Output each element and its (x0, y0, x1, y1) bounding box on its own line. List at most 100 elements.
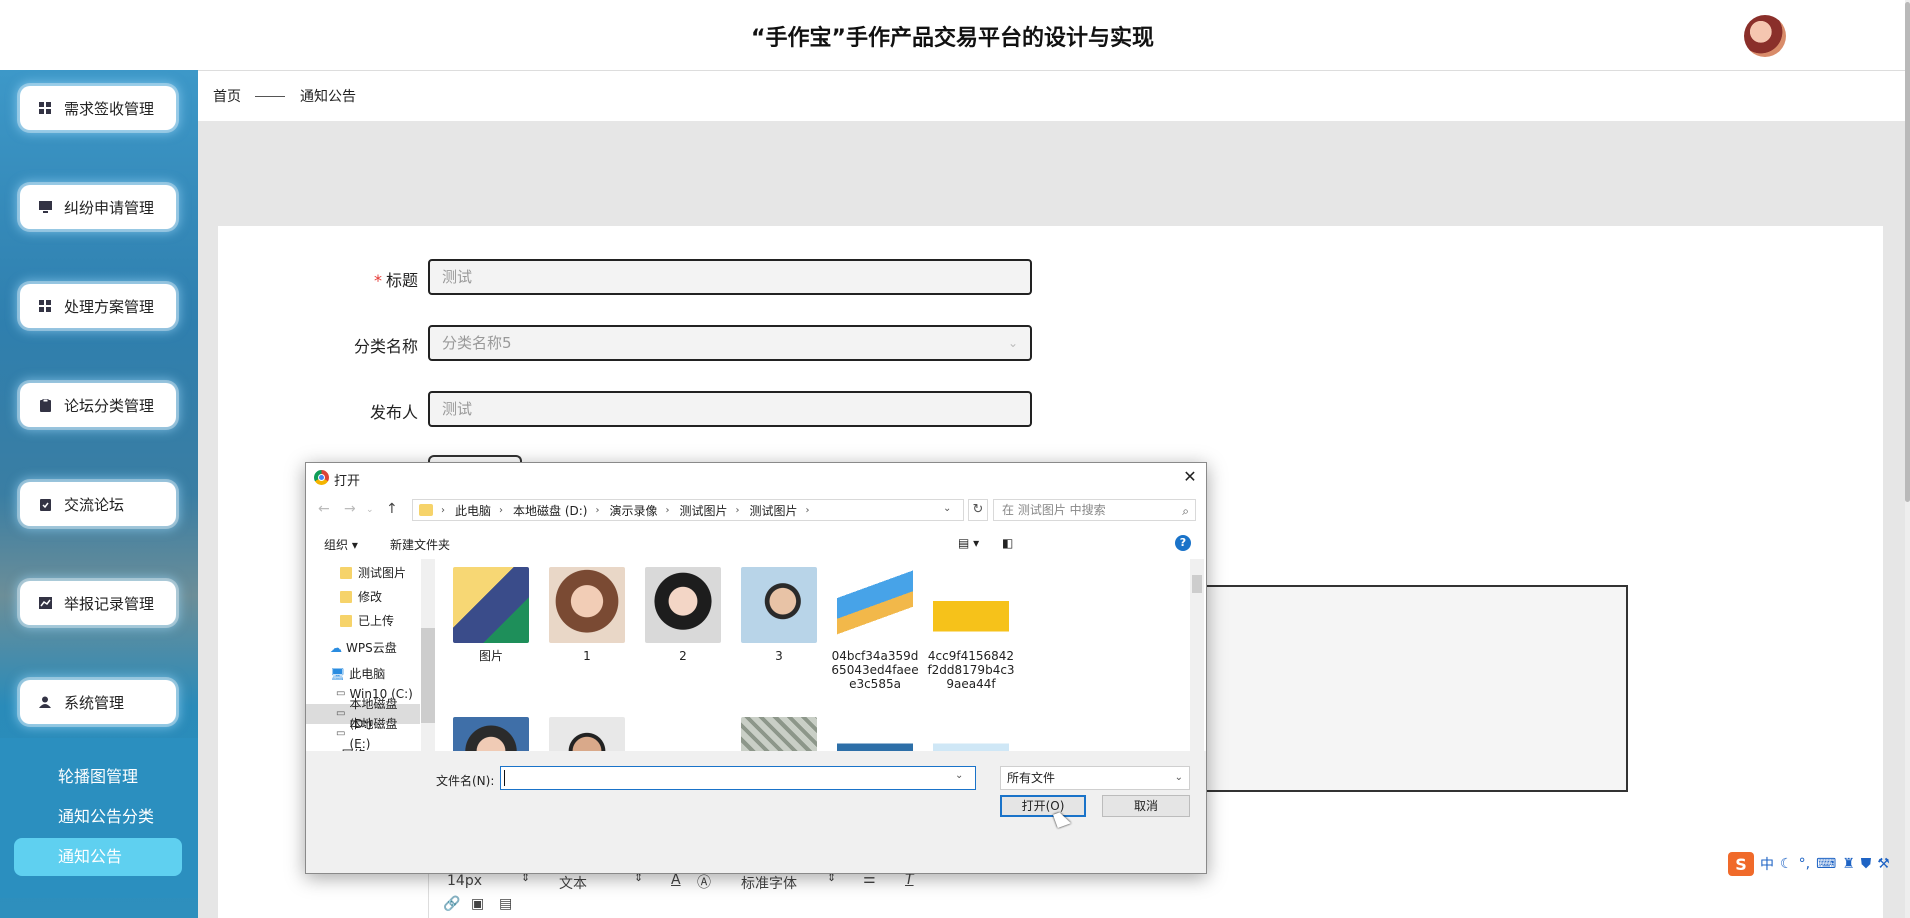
sidebar-item-forum[interactable]: 交流论坛 (20, 482, 176, 526)
file-item[interactable]: 4cc9f4156842f2dd8179b4c39aea44f (926, 567, 1016, 691)
clipboard-check-icon (38, 497, 52, 511)
nav-item-wps-cloud[interactable]: ☁ WPS云盘 (330, 638, 420, 658)
submenu-item-notice-category[interactable]: 通知公告分类 (14, 798, 182, 836)
file-item[interactable]: 3 (734, 567, 824, 663)
punctuation-icon[interactable]: °, (1799, 856, 1810, 872)
dialog-footer: 文件名(N): ⌄ 所有文件 ⌄ 打开(O) 取消 (306, 751, 1206, 873)
nav-item-uploaded[interactable]: 已上传 (340, 611, 420, 631)
chevron-down-icon[interactable]: ⌄ (943, 503, 951, 514)
file-item[interactable]: 04bcf34a359d65043ed4faeee3c585a (830, 567, 920, 691)
nav-item-edit[interactable]: 修改 (340, 587, 420, 607)
breadcrumb-home[interactable]: 首页 (213, 86, 241, 106)
sidebar-item-report[interactable]: 举报记录管理 (20, 581, 176, 625)
page-scrollbar-thumb[interactable] (1905, 2, 1910, 502)
command-bar: 组织 ▾ 新建文件夹 ▤ ▾ ◧ ? (306, 527, 1206, 559)
submenu-item-banner[interactable]: 轮播图管理 (14, 758, 182, 796)
chevron-down-icon[interactable]: ⌄ (955, 770, 963, 781)
font-color-icon[interactable]: A (671, 872, 681, 888)
shirt-icon[interactable]: ⛊ (1861, 856, 1872, 872)
filename-input[interactable]: ⌄ (500, 766, 976, 790)
keyboard-icon[interactable]: ⌨ (1816, 856, 1836, 872)
chevron-down-icon: ⌄ (1174, 772, 1183, 783)
organize-button[interactable]: 组织 ▾ (324, 536, 358, 553)
block-type-select[interactable]: 文本 (559, 873, 587, 893)
preview-pane-icon[interactable]: ◧ (1002, 536, 1013, 550)
address-bar[interactable]: › 此电脑 › 本地磁盘 (D:) › 演示录像 › 测试图片 › 测试图片 › (412, 499, 964, 521)
sidebar-item-demand-receipt[interactable]: 需求签收管理 (20, 86, 176, 130)
nav-item-test-images[interactable]: 测试图片 (340, 563, 420, 583)
cancel-button[interactable]: 取消 (1102, 795, 1190, 817)
category-label: 分类名称 (353, 337, 418, 356)
file-item[interactable] (446, 717, 536, 751)
file-item[interactable]: 1 (542, 567, 632, 663)
close-icon[interactable]: ✕ (1180, 467, 1200, 487)
file-item[interactable] (830, 717, 920, 751)
font-family-select[interactable]: 标准字体 (741, 873, 797, 893)
moon-icon[interactable]: ☾ (1780, 856, 1793, 872)
ime-toolbar[interactable]: S 中 ☾ °, ⌨ ♜ ⛊ ⚒ (1728, 851, 1910, 877)
skin-icon[interactable]: ♜ (1842, 856, 1855, 872)
breadcrumb: 首页 通知公告 (198, 71, 1905, 121)
new-folder-button[interactable]: 新建文件夹 (390, 536, 450, 553)
image-thumbnail (645, 717, 721, 751)
editor-toolbar: 14px ⇕ 文本 ⇕ A Ⓐ 标准字体 ⇕ ☰ T 🔗 ▣ ▤ (428, 867, 1029, 918)
tools-icon[interactable]: ⚒ (1877, 856, 1890, 872)
filetype-select[interactable]: 所有文件 ⌄ (1000, 766, 1190, 790)
file-scrollbar-thumb[interactable] (1192, 575, 1202, 593)
dialog-titlebar[interactable]: 打开 ✕ (306, 463, 1206, 493)
file-item[interactable] (542, 717, 632, 751)
path-segment[interactable]: 此电脑 (455, 502, 491, 519)
file-item[interactable] (734, 717, 824, 751)
ime-lang-label[interactable]: 中 (1760, 854, 1774, 874)
background-color-icon[interactable]: Ⓐ (697, 872, 711, 892)
image-thumbnail (837, 567, 913, 643)
cloud-icon: ☁ (330, 641, 342, 655)
nav-item-drive-e[interactable]: ▭ 本地磁盘 (E:) (336, 717, 420, 751)
open-button[interactable]: 打开(O) (1000, 795, 1086, 817)
nav-scrollbar-thumb[interactable] (421, 628, 435, 723)
sogou-icon[interactable]: S (1728, 852, 1754, 876)
drive-icon: ▭ (336, 688, 346, 699)
file-item[interactable] (926, 717, 1016, 751)
user-icon (38, 695, 52, 709)
user-avatar[interactable] (1744, 15, 1786, 57)
forward-arrow-icon[interactable]: → (344, 501, 356, 517)
view-options-icon[interactable]: ▤ ▾ (958, 536, 979, 550)
clear-format-icon[interactable]: T (905, 872, 914, 888)
sidebar-item-solution[interactable]: 处理方案管理 (20, 284, 176, 328)
image-thumbnail (645, 567, 721, 643)
sidebar-item-system[interactable]: 系统管理 (20, 680, 176, 724)
folder-icon (453, 567, 529, 643)
monitor-icon (38, 200, 52, 214)
publisher-input[interactable]: 测试 (428, 391, 1032, 427)
path-segment[interactable]: 演示录像 (609, 502, 657, 519)
file-item[interactable]: 2 (638, 567, 728, 663)
title-input[interactable]: 测试 (428, 259, 1032, 295)
nav-item-this-pc[interactable]: 🖥 此电脑 (330, 664, 420, 684)
sidebar-item-forum-category[interactable]: 论坛分类管理 (20, 383, 176, 427)
address-row: ← → ⌄ ↑ › 此电脑 › 本地磁盘 (D:) › 演示录像 › 测试图片 › 测试… (306, 495, 1206, 525)
category-select[interactable]: 分类名称5 ⌄ (428, 325, 1032, 361)
path-segment[interactable]: 测试图片 (750, 502, 798, 519)
drive-icon: ▭ (336, 708, 346, 719)
link-icon[interactable]: 🔗 (443, 896, 460, 912)
path-segment[interactable]: 测试图片 (680, 502, 728, 519)
refresh-icon[interactable]: ↻ (968, 499, 988, 521)
back-arrow-icon[interactable]: ← (318, 501, 330, 517)
clipboard-icon (38, 398, 52, 412)
search-input[interactable]: 在 测试图片 中搜索 ⌕ (993, 499, 1196, 521)
font-size-select[interactable]: 14px (447, 873, 482, 889)
recent-dropdown-icon[interactable]: ⌄ (366, 505, 374, 515)
path-segment[interactable]: 本地磁盘 (D:) (513, 502, 587, 519)
submenu-item-notice[interactable]: 通知公告 (14, 838, 182, 876)
image-icon[interactable]: ▣ (471, 896, 484, 912)
help-icon[interactable]: ? (1175, 535, 1191, 551)
video-icon[interactable]: ▤ (499, 896, 512, 912)
up-arrow-icon[interactable]: ↑ (386, 501, 398, 517)
sidebar-item-dispute[interactable]: 纠纷申请管理 (20, 185, 176, 229)
image-thumbnail (741, 717, 817, 751)
file-item[interactable]: 图片 (446, 567, 536, 663)
folder-icon (340, 615, 352, 627)
file-item[interactable] (638, 717, 728, 751)
title-label: * 标题 (373, 271, 418, 290)
